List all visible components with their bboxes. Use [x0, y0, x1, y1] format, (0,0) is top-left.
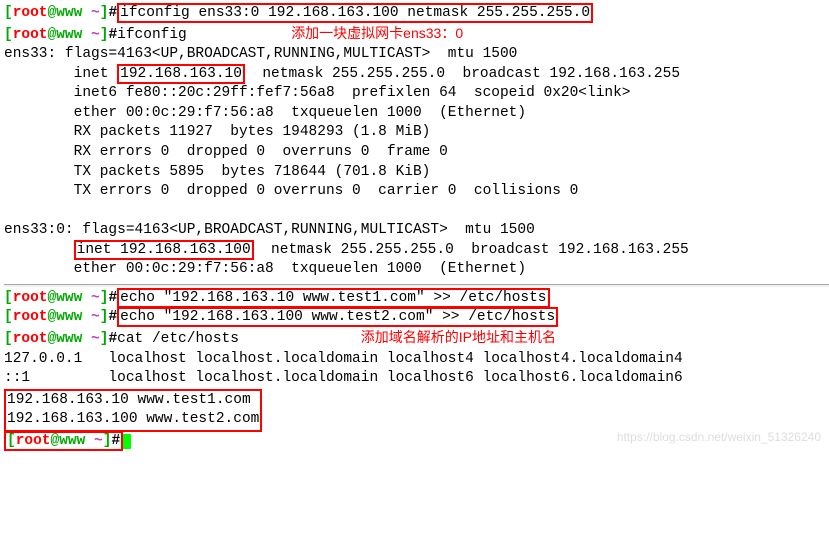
ens33-header: ens33: flags=4163<UP,BROADCAST,RUNNING,M… [4, 45, 829, 65]
hosts-line-3: 192.168.163.10 www.test1.com [7, 391, 259, 411]
ens33-ether: ether 00:0c:29:f7:56:a8 txqueuelen 1000 … [4, 104, 829, 124]
ens33-inet: inet 192.168.163.10 netmask 255.255.255.… [4, 65, 829, 85]
cmd-cat-hosts: cat /etc/hosts [117, 331, 239, 347]
ens33-0-ip-box: inet 192.168.163.100 [74, 240, 254, 260]
command-line-6[interactable]: [root@www ~]# [4, 432, 829, 452]
cmd-ifconfig-add: ifconfig ens33:0 192.168.163.100 netmask… [117, 3, 593, 23]
cmd-ifconfig: ifconfig [117, 27, 187, 43]
terminal-block-1: [root@www ~]#ifconfig ens33:0 192.168.16… [4, 4, 829, 280]
annotation-add-vnic: 添加一块虚拟网卡ens33：0 [291, 25, 463, 41]
command-line-4: [root@www ~]#echo "192.168.163.100 www.t… [4, 308, 829, 328]
command-line-1: [root@www ~]#ifconfig ens33:0 192.168.16… [4, 4, 829, 24]
prompt-dir: ~ [91, 5, 100, 21]
prompt-at: @ [48, 5, 57, 21]
annotation-hosts: 添加域名解析的IP地址和主机名 [361, 329, 556, 345]
cursor-icon [123, 434, 131, 449]
ens33-rxe: RX errors 0 dropped 0 overruns 0 frame 0 [4, 143, 829, 163]
hosts-line-4: 192.168.163.100 www.test2.com [7, 410, 259, 430]
ens33-inet6: inet6 fe80::20c:29ff:fef7:56a8 prefixlen… [4, 84, 829, 104]
command-line-2: [root@www ~]#ifconfig 添加一块虚拟网卡ens33：0 [4, 24, 829, 46]
ens33-txe: TX errors 0 dropped 0 overruns 0 carrier… [4, 182, 829, 202]
hosts-box: 192.168.163.10 www.test1.com 192.168.163… [4, 389, 262, 432]
prompt-hash: # [108, 5, 117, 21]
separator [4, 284, 829, 285]
cmd-echo-host1: echo "192.168.163.10 www.test1.com" >> /… [117, 288, 549, 308]
ens33-ip-box: 192.168.163.10 [117, 64, 245, 84]
blank-line [4, 202, 829, 222]
prompt-host: www [56, 5, 82, 21]
cmd-echo-host2: echo "192.168.163.100 www.test2.com" >> … [117, 307, 558, 327]
hosts-line-2: ::1 localhost localhost.localdomain loca… [4, 369, 829, 389]
ens33-txp: TX packets 5895 bytes 718644 (701.8 KiB) [4, 163, 829, 183]
command-line-3: [root@www ~]#echo "192.168.163.10 www.te… [4, 289, 829, 309]
ens33-rxp: RX packets 11927 bytes 1948293 (1.8 MiB) [4, 123, 829, 143]
ens33-0-inet: inet 192.168.163.100 netmask 255.255.255… [4, 241, 829, 261]
prompt-box: [root@www ~]# [4, 431, 123, 451]
command-line-5: [root@www ~]#cat /etc/hosts 添加域名解析的IP地址和… [4, 328, 829, 350]
ens33-0-ether: ether 00:0c:29:f7:56:a8 txqueuelen 1000 … [4, 260, 829, 280]
prompt-user: root [13, 5, 48, 21]
terminal-block-2: [root@www ~]# echo "192.168.163.10 www.te… [4, 289, 829, 452]
hosts-line-1: 127.0.0.1 localhost localhost.localdomai… [4, 350, 829, 370]
ens33-0-header: ens33:0: flags=4163<UP,BROADCAST,RUNNING… [4, 221, 829, 241]
